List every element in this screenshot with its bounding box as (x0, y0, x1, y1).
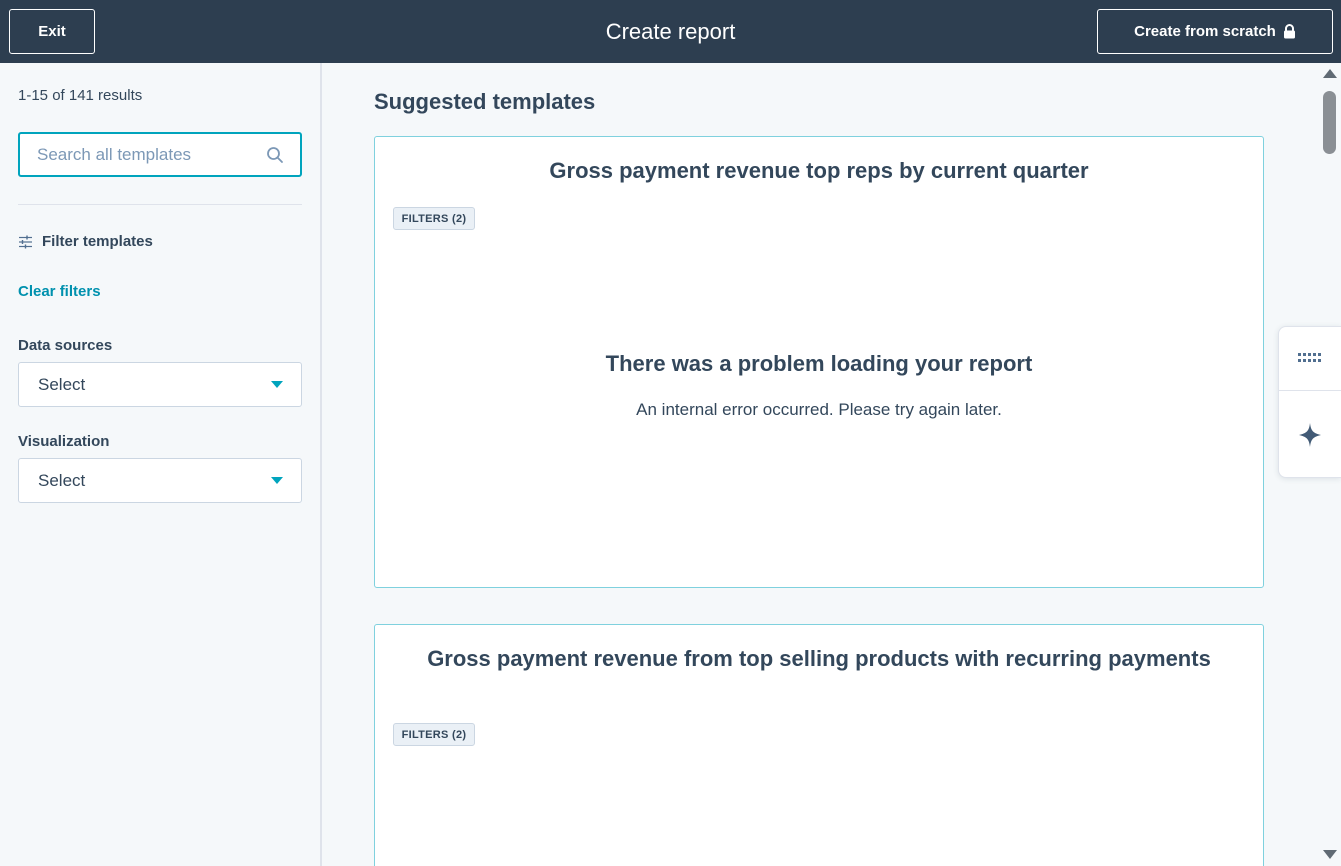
dock-divider (1279, 390, 1341, 391)
data-sources-select[interactable]: Select (18, 362, 302, 407)
main-content: Suggested templates Gross payment revenu… (322, 63, 1341, 866)
search-field[interactable] (18, 132, 302, 177)
exit-button[interactable]: Exit (9, 9, 95, 54)
apps-button[interactable] (1279, 327, 1341, 389)
filters-tag[interactable]: FILTERS (2) (393, 723, 475, 746)
grid-dots-icon (1298, 353, 1321, 362)
card-title: Gross payment revenue from top selling p… (427, 646, 1211, 671)
scroll-up-arrow-icon[interactable] (1323, 69, 1337, 78)
template-card[interactable]: Gross payment revenue from top selling p… (374, 624, 1264, 866)
filters-tag[interactable]: FILTERS (2) (393, 207, 475, 230)
template-card[interactable]: Gross payment revenue top reps by curren… (374, 136, 1264, 588)
visualization-label: Visualization (18, 433, 110, 450)
search-icon[interactable] (266, 146, 284, 164)
sidebar-divider (18, 204, 302, 205)
sliders-icon (19, 235, 32, 248)
top-bar: Exit Create report Create from scratch (0, 0, 1341, 63)
chevron-down-icon (271, 477, 283, 484)
results-count: 1-15 of 141 results (18, 87, 143, 104)
sparkle-icon (1299, 423, 1321, 447)
error-message: An internal error occurred. Please try a… (636, 400, 1002, 419)
lock-icon (1283, 24, 1295, 39)
filter-templates-label: Filter templates (42, 233, 153, 250)
filter-templates-heading: Filter templates (18, 233, 153, 250)
ai-assistant-button[interactable] (1279, 404, 1341, 466)
clear-filters-link[interactable]: Clear filters (18, 283, 101, 300)
create-from-scratch-label: Create from scratch (1134, 23, 1276, 40)
search-input[interactable] (20, 134, 260, 175)
visualization-select[interactable]: Select (18, 458, 302, 503)
chevron-down-icon (271, 381, 283, 388)
scroll-down-arrow-icon[interactable] (1323, 850, 1337, 859)
visualization-value: Select (38, 471, 86, 490)
card-title: Gross payment revenue top reps by curren… (549, 158, 1089, 183)
data-sources-label: Data sources (18, 337, 113, 354)
sidebar: 1-15 of 141 results Filter templates Cle… (0, 63, 320, 866)
data-sources-value: Select (38, 375, 86, 394)
scroll-thumb[interactable] (1323, 91, 1336, 154)
create-from-scratch-button[interactable]: Create from scratch (1097, 9, 1333, 54)
section-title: Suggested templates (374, 89, 596, 114)
side-dock (1278, 326, 1341, 478)
error-title: There was a problem loading your report (605, 351, 1033, 376)
